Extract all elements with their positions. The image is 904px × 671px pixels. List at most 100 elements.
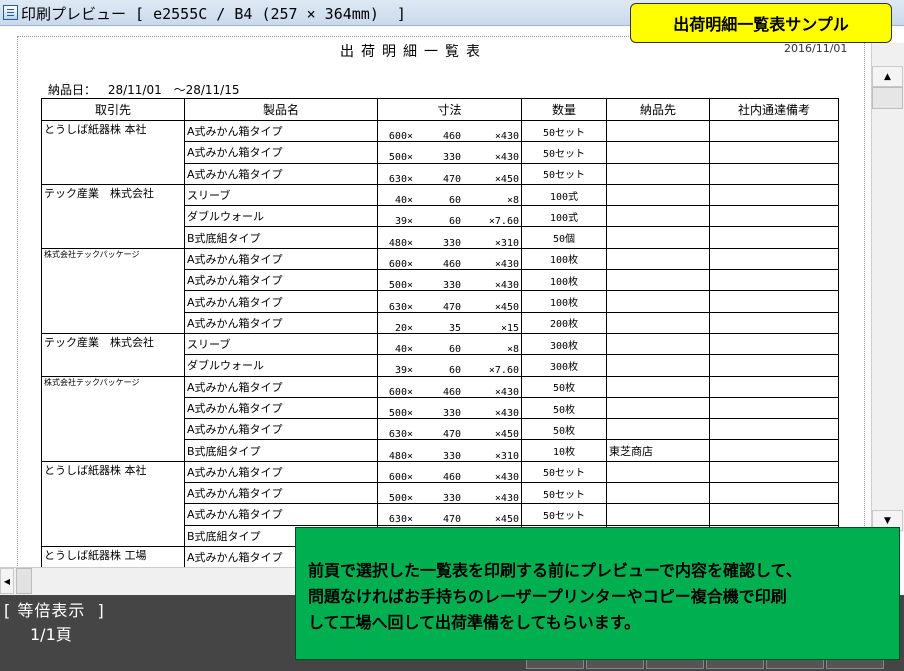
period-from: 28/11/01	[107, 83, 162, 97]
cell-product: A式みかん箱タイプ	[184, 163, 378, 185]
cell-product: A式みかん箱タイプ	[184, 376, 378, 398]
cell-destination	[606, 163, 710, 185]
dimension-value: ×430	[494, 280, 519, 291]
cell-customer	[41, 312, 185, 334]
scroll-thumb[interactable]	[872, 87, 903, 109]
dimension-value: 500×	[388, 493, 413, 504]
cell-product: A式みかん箱タイプ	[184, 141, 378, 164]
scroll-up-button[interactable]: ▲	[872, 66, 903, 87]
dimension-value: 600×	[388, 471, 413, 483]
cell-product: A式みかん箱タイプ	[184, 120, 378, 143]
cell-dimensions: 500× 330 ×430	[377, 141, 522, 164]
cell-customer	[41, 482, 185, 504]
dimension-value: ×430	[494, 493, 519, 504]
cell-quantity: 50個	[521, 226, 607, 249]
cell-destination	[606, 482, 710, 505]
table-row: A式みかん箱タイプ 630× 470 ×450 50セット	[41, 163, 839, 185]
cell-notes	[709, 226, 839, 249]
cell-quantity: 50セット	[521, 120, 607, 143]
cell-dimensions: 600× 460 ×430	[377, 248, 522, 271]
cell-quantity: 100枚	[521, 248, 607, 271]
header-product: 製品名	[184, 98, 378, 121]
header-customer: 取引先	[41, 98, 185, 121]
cell-notes	[709, 163, 839, 185]
explanation-callout: 前頁で選択した一覧表を印刷する前にプレビューで内容を確認して、 問題なければお手…	[295, 527, 900, 660]
cell-notes	[709, 120, 839, 143]
dimension-value: ×7.60	[488, 216, 519, 227]
dimension-value: ×450	[494, 173, 519, 185]
table-row: A式みかん箱タイプ 630× 470 ×450 50枚	[41, 418, 839, 441]
shipment-table: 取引先 製品名 寸法 数量 納品先 社内通達備考 とうしば紙器株 本社 A式みかん…	[41, 98, 839, 567]
dimension-value: ×310	[494, 450, 519, 462]
cell-customer	[41, 503, 185, 526]
dimension-value: ×430	[494, 258, 519, 270]
cell-product: スリーブ	[184, 333, 378, 356]
cell-product: A式みかん箱タイプ	[184, 290, 378, 313]
zoom-mode[interactable]: [ 等倍表示 ]	[4, 597, 105, 621]
cell-notes	[709, 269, 839, 292]
callout-line: して工場へ回して出荷準備をしてもらいます。	[308, 613, 641, 632]
cell-destination	[606, 397, 710, 420]
cell-customer	[41, 525, 185, 547]
horizontal-scrollbar[interactable]: ◀	[0, 567, 300, 595]
cell-product: ダブルウォール	[184, 354, 378, 377]
cell-product: A式みかん箱タイプ	[184, 269, 378, 292]
cell-product: B式底組タイプ	[184, 226, 378, 249]
cell-notes	[709, 312, 839, 334]
dimension-value: ×8	[506, 344, 519, 355]
cell-notes	[709, 503, 839, 526]
table-row: とうしば紙器株 本社 A式みかん箱タイプ 600× 460 ×430 50セット	[41, 461, 839, 484]
dimension-value: ×430	[494, 471, 519, 483]
print-preview-icon	[3, 5, 18, 20]
cell-quantity: 50枚	[521, 376, 607, 398]
header-quantity: 数量	[521, 98, 607, 121]
table-row: A式みかん箱タイプ 500× 330 ×430 50セット	[41, 482, 839, 505]
table-row: A式みかん箱タイプ 630× 470 ×450 50セット	[41, 503, 839, 526]
preview-page-area[interactable]: 出荷明細一覧表 2016/11/01 納品日： 28/11/01 ～28/11/…	[0, 26, 871, 567]
page-indicator: 1/1頁	[30, 625, 72, 644]
header-notes: 社内通達備考	[709, 98, 839, 121]
cell-product: A式みかん箱タイプ	[184, 312, 378, 334]
cell-notes	[709, 482, 839, 505]
table-row: A式みかん箱タイプ 500× 330 ×430 50セット	[41, 141, 839, 164]
table-row: 株式会社テックパッケージ A式みかん箱タイプ 600× 460 ×430 50枚	[41, 376, 839, 398]
dimension-value: 630×	[388, 514, 413, 526]
callout-line: 前頁で選択した一覧表を印刷する前にプレビューで内容を確認して、	[308, 561, 802, 580]
cell-quantity: 100式	[521, 205, 607, 228]
cell-notes	[709, 184, 839, 207]
cell-product: A式みかん箱タイプ	[184, 461, 378, 484]
cell-destination	[606, 120, 710, 143]
document-title: 出荷明細一覧表	[340, 44, 487, 60]
table-row: A式みかん箱タイプ 20× 35 ×15 200枚	[41, 312, 839, 334]
dimension-value: 600×	[388, 131, 413, 142]
dimension-value: ×430	[494, 386, 519, 398]
cell-product: A式みかん箱タイプ	[184, 482, 378, 505]
cell-destination	[606, 503, 710, 526]
dimension-value: 460	[442, 131, 461, 142]
cell-customer: テック産業 株式会社	[41, 184, 185, 206]
vertical-scrollbar[interactable]: ▲ ▼	[871, 43, 904, 532]
dimension-value: ×8	[506, 195, 519, 206]
cell-notes	[709, 397, 839, 420]
cell-customer	[41, 163, 185, 185]
dimension-value: ×450	[494, 301, 519, 313]
cell-product: A式みかん箱タイプ	[184, 418, 378, 441]
dimension-value: 470	[442, 514, 461, 526]
dimension-value: 40×	[394, 344, 413, 355]
scroll-left-button[interactable]: ◀	[0, 568, 14, 594]
window-title: 印刷プレビュー [ e2555C / B4 (257 × 364mm) ]	[21, 5, 406, 23]
cell-product: B式底組タイプ	[184, 439, 378, 462]
cell-dimensions: 500× 330 ×430	[377, 482, 522, 505]
dimension-value: ×450	[494, 514, 519, 526]
dimension-value: 330	[442, 493, 461, 504]
cell-customer	[41, 269, 185, 291]
cell-dimensions: 39× 60 ×7.60	[377, 205, 522, 228]
cell-quantity: 50セット	[521, 163, 607, 185]
cell-product: A式みかん箱タイプ	[184, 397, 378, 420]
cell-dimensions: 630× 470 ×450	[377, 163, 522, 185]
cell-customer: とうしば紙器株 本社	[41, 120, 185, 142]
hscroll-thumb[interactable]	[16, 568, 32, 594]
cell-customer: テック産業 株式会社	[41, 333, 185, 355]
dimension-value: 60	[448, 344, 461, 355]
cell-quantity: 200枚	[521, 312, 607, 334]
